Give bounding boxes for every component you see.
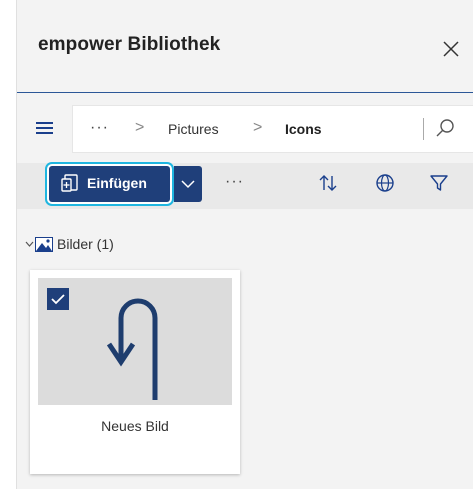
menu-icon[interactable] bbox=[36, 122, 53, 135]
library-panel: empower Bibliothek ··· > Pictures > Icon… bbox=[16, 0, 473, 489]
insert-button[interactable]: Einfügen bbox=[49, 166, 170, 202]
group-label: Bilder (1) bbox=[57, 236, 114, 252]
globe-icon[interactable] bbox=[375, 173, 395, 193]
breadcrumb-separator: > bbox=[253, 119, 263, 136]
sort-icon[interactable] bbox=[318, 173, 338, 193]
breadcrumb-separator: > bbox=[135, 119, 145, 136]
check-icon bbox=[51, 294, 65, 305]
tile-checkbox[interactable] bbox=[47, 288, 69, 310]
chevron-down-icon bbox=[181, 180, 195, 189]
panel-title: empower Bibliothek bbox=[38, 34, 221, 55]
image-tile[interactable]: Neues Bild bbox=[30, 270, 240, 474]
more-options-button[interactable]: ··· bbox=[225, 173, 244, 191]
close-icon[interactable] bbox=[442, 40, 460, 58]
tile-label: Neues Bild bbox=[101, 418, 169, 434]
breadcrumb: ··· > Pictures > Icons bbox=[72, 105, 473, 153]
search-icon[interactable] bbox=[435, 118, 455, 138]
insert-document-icon bbox=[61, 174, 80, 193]
navigation-row: ··· > Pictures > Icons bbox=[17, 93, 473, 163]
panel-header: empower Bibliothek bbox=[17, 0, 473, 93]
insert-button-label: Einfügen bbox=[87, 175, 147, 191]
chevron-down-icon bbox=[25, 241, 34, 247]
toolbar: Einfügen ··· bbox=[17, 163, 473, 209]
breadcrumb-item-pictures[interactable]: Pictures bbox=[168, 121, 219, 137]
breadcrumb-item-icons[interactable]: Icons bbox=[285, 121, 322, 137]
search-divider bbox=[423, 118, 424, 140]
filter-icon[interactable] bbox=[429, 173, 449, 193]
insert-dropdown-button[interactable] bbox=[174, 166, 202, 202]
breadcrumb-overflow-button[interactable]: ··· bbox=[90, 119, 109, 137]
u-turn-arrow-icon bbox=[106, 288, 170, 404]
image-thumbnail bbox=[38, 278, 232, 405]
image-icon bbox=[35, 237, 53, 252]
